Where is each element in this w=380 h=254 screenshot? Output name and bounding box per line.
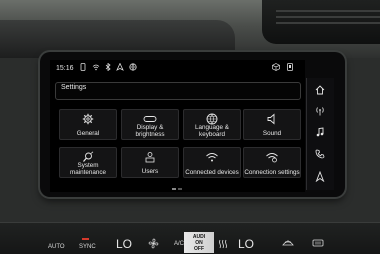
wifi-icon [92, 63, 100, 73]
sync-button[interactable]: SYNC [79, 244, 96, 250]
antenna-icon[interactable] [306, 101, 333, 121]
tile-label: Users [141, 168, 159, 175]
home-icon[interactable] [306, 80, 333, 100]
connection-settings-icon [244, 151, 300, 163]
vent-slat [276, 22, 380, 24]
speaker-icon [244, 113, 300, 125]
tile-label: Connected devices [185, 169, 239, 176]
nav-arrow-icon[interactable] [306, 166, 333, 186]
clock: 15:16 [56, 64, 74, 72]
tile-system-maintenance[interactable]: System maintenance [59, 147, 117, 178]
tile-general[interactable]: General [59, 109, 117, 140]
tile-label: General [76, 130, 100, 137]
gear-icon [60, 113, 116, 125]
seat-heat-icon[interactable] [217, 238, 228, 251]
right-temp-display: LO [238, 237, 255, 251]
music-icon[interactable] [306, 122, 333, 142]
tile-display-brightness[interactable]: Display & brightness [121, 109, 179, 140]
bluetooth-icon [105, 62, 111, 73]
rear-defrost-icon[interactable] [312, 238, 324, 250]
tile-users[interactable]: Users [121, 147, 179, 178]
sync-indicator [82, 238, 89, 240]
center-stack-label: OFF [194, 246, 204, 252]
cube-icon[interactable] [272, 63, 280, 73]
tile-label: Display & brightness [135, 124, 165, 138]
tile-sound[interactable]: Sound [243, 109, 301, 140]
page-dot [178, 188, 182, 190]
left-temp-display: LO [116, 237, 133, 251]
wifi-icon [184, 151, 240, 163]
tile-label: Connection settings [244, 169, 300, 176]
tile-connection-settings[interactable]: Connection settings [243, 147, 301, 178]
max-defrost-icon[interactable] [282, 238, 294, 250]
auto-button[interactable]: AUTO [48, 244, 65, 250]
vent-slat [276, 16, 380, 18]
navigation-icon [115, 62, 124, 73]
page-title: Settings [61, 84, 87, 91]
users-icon [122, 151, 178, 163]
tile-label: System maintenance [69, 162, 107, 176]
settings-header[interactable] [55, 82, 301, 100]
phone-icon[interactable] [306, 144, 333, 164]
mobile-icon[interactable] [286, 63, 294, 73]
tile-language-keyboard[interactable]: Language & keyboard [183, 109, 241, 140]
vent-slat [276, 10, 380, 12]
globe-icon [128, 63, 137, 73]
status-right [272, 63, 294, 73]
page-indicator [172, 188, 182, 190]
phone-link-icon [79, 63, 87, 73]
tile-label: Language & keyboard [195, 124, 229, 138]
ac-button[interactable]: A/C [174, 241, 184, 247]
tile-label: Sound [262, 130, 282, 137]
tile-connected-devices[interactable]: Connected devices [183, 147, 241, 178]
fan-icon[interactable] [148, 238, 159, 251]
page-dot [172, 188, 176, 190]
status-bar: 15:16 [56, 62, 137, 74]
center-stack-button[interactable]: AUDI ON OFF [184, 232, 214, 253]
